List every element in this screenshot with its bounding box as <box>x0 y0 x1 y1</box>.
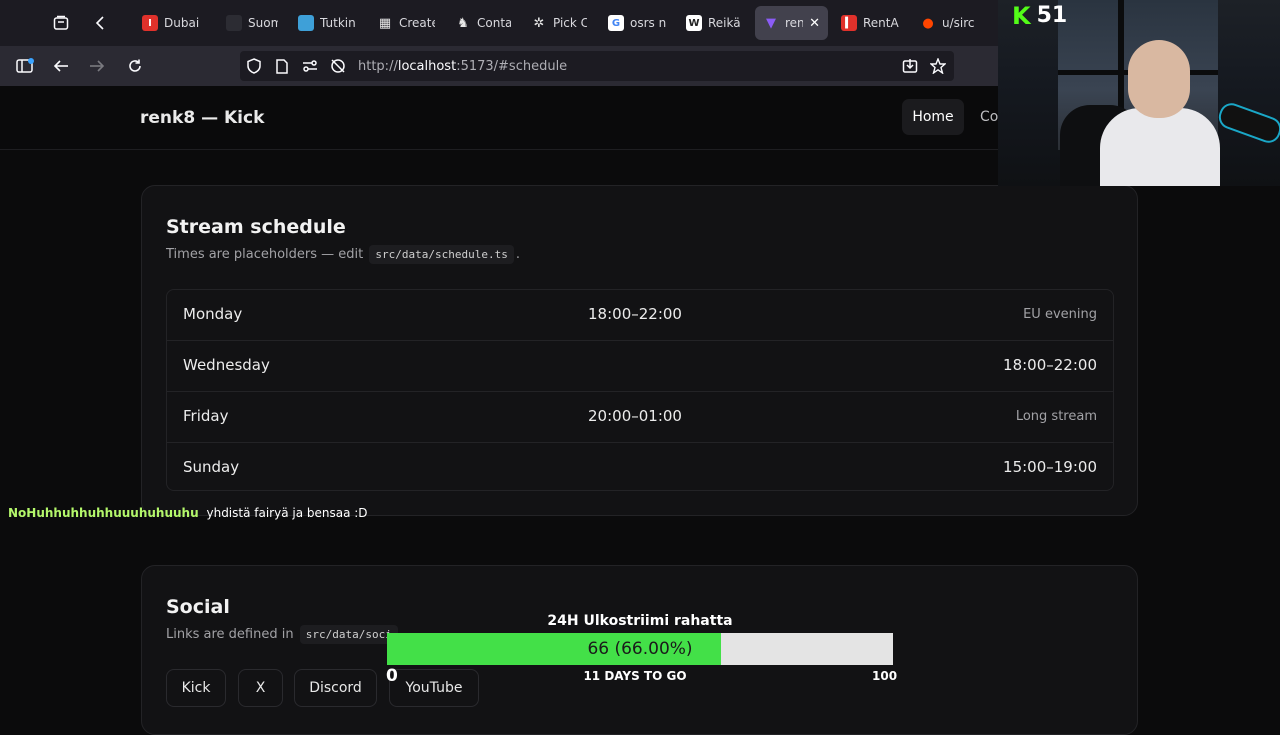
browser-tab[interactable]: W Reikä <box>678 6 750 40</box>
schedule-table: Monday 18:00–22:00 EU evening Wednesday … <box>166 289 1114 491</box>
schedule-time: 18:00–22:00 <box>1003 356 1097 374</box>
red-square-icon: I <box>142 15 158 31</box>
social-button-x[interactable]: X <box>238 669 283 707</box>
social-subtitle-text: Links are defined in <box>166 627 294 642</box>
reddit-icon: ● <box>922 15 934 31</box>
grid-favicon-icon: ▦ <box>378 15 392 31</box>
schedule-row: Monday 18:00–22:00 EU evening <box>167 290 1113 341</box>
forward-icon[interactable] <box>82 51 112 81</box>
browser-tab[interactable]: I Dubai <box>134 6 214 40</box>
goal-value: 66 (66.00%) <box>587 639 693 659</box>
goal-title: 24H Ulkostriimi rahatta <box>547 613 733 629</box>
bookmark-star-icon[interactable] <box>924 51 952 81</box>
social-button-discord[interactable]: Discord <box>294 669 377 707</box>
social-file-code: src/data/soci <box>299 625 398 644</box>
social-title: Social <box>166 596 230 618</box>
site-header: renk8 — Kick Home Co <box>0 86 998 150</box>
site-title: renk8 — Kick <box>140 108 265 128</box>
schedule-time: 18:00–22:00 <box>588 305 682 323</box>
browser-tab-label: Tutkin <box>320 16 356 30</box>
schedule-row: Sunday 15:00–19:00 <box>167 443 1113 490</box>
chat-username: NoHuhhuhhuhhuuuhuhuuhu <box>8 506 199 520</box>
scroll-tabs-left-icon[interactable] <box>86 8 116 38</box>
permissions-icon[interactable] <box>296 51 324 81</box>
reload-icon[interactable] <box>120 51 150 81</box>
nav-second-link[interactable]: Co <box>980 109 998 125</box>
vite-icon: ▼ <box>766 15 776 31</box>
schedule-note: Long stream <box>1015 409 1097 424</box>
webcam-person-body <box>1100 108 1220 186</box>
browser-tab-label: Conta <box>477 16 511 30</box>
social-button-kick[interactable]: Kick <box>166 669 226 707</box>
browser-tab[interactable]: ▦ Create <box>369 6 443 40</box>
save-to-pocket-icon[interactable] <box>896 51 924 81</box>
pinwheel-icon: ✲ <box>533 15 545 31</box>
schedule-note: EU evening <box>1023 307 1097 322</box>
schedule-file-code: src/data/schedule.ts <box>369 245 514 264</box>
close-tab-icon[interactable]: ✕ <box>809 16 820 31</box>
browser-tab[interactable]: ♞ Conta <box>447 6 519 40</box>
browser-tab-label: Pick C <box>553 16 587 30</box>
google-icon: G <box>608 15 624 31</box>
kick-viewer-badge: K 51 <box>1012 2 1068 30</box>
browser-tab-label: Dubai <box>164 16 200 30</box>
url-prefix: http:// <box>358 58 398 74</box>
url-bar[interactable]: http://localhost:5173/#schedule <box>240 51 954 81</box>
schedule-day: Monday <box>183 305 243 323</box>
browser-tab-label: Reikä <box>708 16 741 30</box>
browser-tab-label: ren <box>785 16 804 30</box>
url-host: localhost <box>397 58 457 74</box>
browser-tab[interactable]: Suom <box>218 6 286 40</box>
schedule-title: Stream schedule <box>166 216 346 238</box>
goal-max: 100 <box>872 669 898 683</box>
back-icon[interactable] <box>46 51 76 81</box>
schedule-subtitle-end: . <box>515 247 520 262</box>
browser-tab[interactable]: Gosrs n <box>600 6 674 40</box>
webcam-person-head <box>1128 40 1190 118</box>
browser-tab-label: RentA <box>863 16 899 30</box>
chat-message: NoHuhhuhhuhhuuuhuhuuhu yhdistä fairyä ja… <box>8 506 368 520</box>
tracking-blocked-icon[interactable] <box>324 51 352 81</box>
chat-text: yhdistä fairyä ja bensaa :D <box>206 506 368 520</box>
browser-tab-bar: I Dubai Suom Tutkin ▦ Create ♞ Conta ✲ Pick C Gosr… <box>0 0 998 46</box>
goal-days-left: 11 DAYS TO GO <box>583 669 687 683</box>
browser-tab[interactable]: ✲ Pick C <box>523 6 595 40</box>
url-text[interactable]: http://localhost:5173/#schedule <box>358 59 567 74</box>
wikipedia-icon: W <box>686 15 702 31</box>
browser-tab[interactable]: ▍ RentA <box>833 6 907 40</box>
shield-icon[interactable] <box>240 51 268 81</box>
sidebar-toggle-icon[interactable] <box>10 51 40 81</box>
page-icon[interactable] <box>268 51 296 81</box>
url-path: :5173/#schedule <box>456 58 568 74</box>
schedule-day: Sunday <box>183 458 240 476</box>
browser-tab-label: u/sirc <box>942 16 975 30</box>
schedule-subtitle-text: Times are placeholders — edit <box>166 247 364 262</box>
nav-home-link[interactable]: Home <box>902 99 964 135</box>
browser-tab-label: osrs n <box>630 16 666 30</box>
schedule-day: Wednesday <box>183 356 270 374</box>
browser-tab[interactable]: ▼ ren ✕ <box>755 6 828 40</box>
schedule-time: 20:00–01:00 <box>588 407 682 425</box>
red-bar-icon: ▍ <box>841 15 857 31</box>
goal-progress-bar: 66 (66.00%) <box>387 633 893 665</box>
schedule-row: Friday 20:00–01:00 Long stream <box>167 392 1113 443</box>
viewer-count: 51 <box>1036 3 1068 28</box>
kick-logo-icon: K <box>1012 2 1031 30</box>
browser-tab[interactable]: ● u/sirc <box>912 6 986 40</box>
blue-map-icon <box>298 15 314 31</box>
webcam-microphone <box>1218 102 1280 144</box>
dark-favicon-icon <box>226 15 242 31</box>
schedule-subtitle: Times are placeholders — edit src/data/s… <box>166 245 520 264</box>
browser-tab[interactable]: Tutkin <box>290 6 365 40</box>
browser-tab-label: Create <box>399 16 435 30</box>
tab-overview-icon[interactable] <box>46 8 76 38</box>
chess-knight-icon: ♞ <box>457 15 469 31</box>
schedule-card: Stream schedule Times are placeholders —… <box>141 185 1138 516</box>
social-subtitle: Links are defined in src/data/soci <box>166 625 400 644</box>
schedule-row: Wednesday 18:00–22:00 <box>167 341 1113 392</box>
schedule-time: 15:00–19:00 <box>1003 458 1097 476</box>
schedule-day: Friday <box>183 407 229 425</box>
browser-tab-label: Suom <box>248 16 278 30</box>
